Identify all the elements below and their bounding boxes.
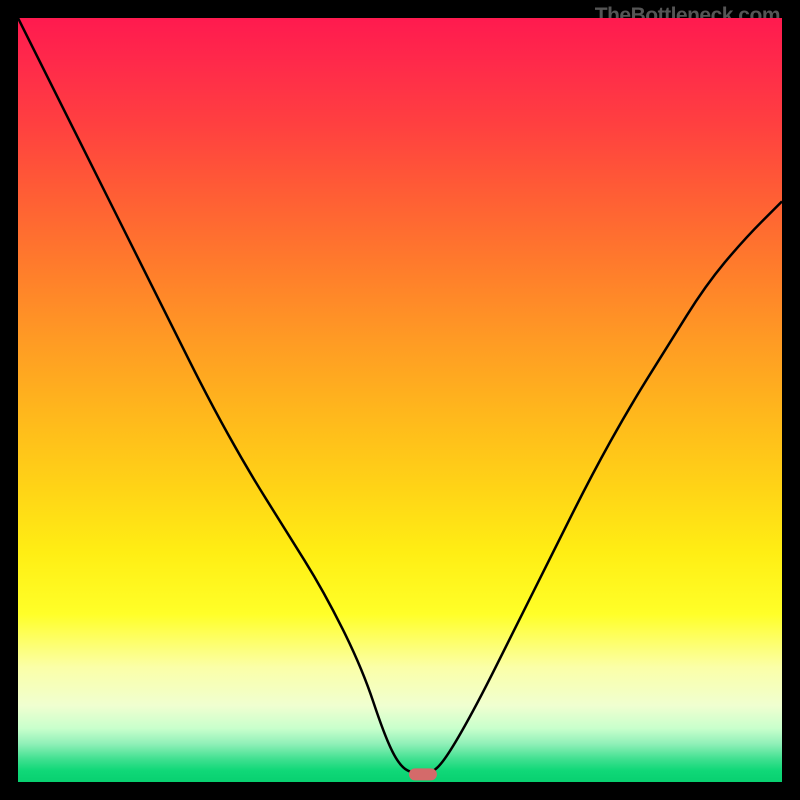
curve-line bbox=[18, 18, 782, 774]
minimum-marker bbox=[409, 768, 437, 780]
plot-area bbox=[18, 18, 782, 782]
curve-svg bbox=[18, 18, 782, 782]
chart-container: TheBottleneck.com bbox=[0, 0, 800, 800]
